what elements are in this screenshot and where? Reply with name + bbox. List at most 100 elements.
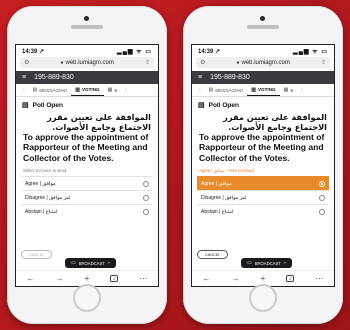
back-icon[interactable]: ←	[27, 274, 35, 283]
chevron-up-icon: ^	[107, 260, 110, 266]
tab-next-arrow[interactable]: ›	[121, 84, 131, 96]
share-icon[interactable]: ⇧	[145, 59, 150, 66]
menu-icon[interactable]: ≡	[22, 74, 26, 81]
radio-icon[interactable]	[143, 194, 149, 201]
option-disagree[interactable]: Disagree | غير موافق	[197, 190, 329, 204]
status-bar: 14:39 ↗ ▂▄▆ ᯤ ▭	[16, 45, 158, 57]
add-icon[interactable]: +	[261, 274, 266, 283]
cancel-button[interactable]: CANCEL	[197, 250, 229, 259]
camera-dot	[84, 16, 89, 21]
site-settings-icon[interactable]: ⚙	[24, 59, 29, 66]
add-icon[interactable]: +	[85, 274, 90, 283]
poll-status-label: Poll Open	[32, 101, 63, 109]
tab-next-arrow[interactable]: ›	[297, 84, 307, 96]
tab-messaging-label: MESSAGING	[215, 87, 244, 93]
poll-actions: CANCEL	[21, 250, 53, 259]
home-button[interactable]	[73, 284, 101, 312]
poll-hint: Select a choice to send	[23, 168, 67, 174]
chevron-right-icon: ›	[125, 87, 128, 93]
option-disagree-label: Disagree | غير موافق	[25, 194, 71, 201]
tab-prev-arrow[interactable]: ‹	[19, 84, 29, 96]
back-icon[interactable]: ←	[203, 274, 211, 283]
poll-actions: CANCEL	[197, 250, 229, 259]
broadcast-label: BROADCAST	[78, 260, 105, 266]
radio-icon[interactable]	[319, 208, 325, 215]
chevron-left-icon: ‹	[23, 87, 25, 93]
status-bar: 14:39 ↗ ▂▄▆ ᯤ ▭	[192, 45, 334, 57]
chevron-left-icon: ‹	[199, 87, 201, 93]
chevron-right-icon: ›	[301, 87, 304, 93]
option-agree[interactable]: Agree | موافق	[21, 176, 153, 190]
phone-screen: 14:39 ↗ ▂▄▆ ᯤ ▭ ⚙ ● web.lumiagm.com ⇧ ≡ 1…	[15, 44, 159, 287]
tab-messaging-label: MESSAGING	[39, 87, 68, 93]
poll-question-english: To approve the appointment of Rapporteur…	[199, 132, 325, 163]
tab-voting[interactable]: ▥ VOTING	[247, 84, 280, 96]
menu-icon[interactable]: ≡	[198, 74, 202, 81]
radio-checked-icon[interactable]	[319, 180, 325, 187]
ballot-icon: ▥	[251, 86, 256, 93]
tab-more[interactable]: ▦ B	[104, 84, 122, 96]
radio-icon[interactable]	[319, 194, 325, 201]
nav-tabs: ‹ ▤ MESSAGING ▥ VOTING ▦ B ›	[16, 84, 158, 97]
option-agree[interactable]: Agree | موافق	[197, 176, 329, 191]
document-icon: ▦	[107, 87, 113, 93]
option-disagree[interactable]: Disagree | غير موافق	[21, 190, 153, 204]
more-icon[interactable]: ⋯	[139, 274, 147, 283]
speaker-grille	[247, 25, 279, 29]
option-agree-label: Agree | موافق	[25, 180, 56, 187]
option-abstain[interactable]: Abstain | امتناع	[197, 204, 329, 218]
phone-right: 14:39 ↗ ▂▄▆ ᯤ ▭ ⚙ ● web.lumiagm.com ⇧ ≡ 1…	[183, 6, 343, 324]
site-settings-icon[interactable]: ⚙	[200, 59, 205, 66]
lock-icon: ●	[60, 59, 64, 66]
tab-more[interactable]: ▦ B	[280, 84, 298, 96]
broadcast-label: BROADCAST	[254, 260, 281, 266]
broadcast-button[interactable]: ▭ BROADCAST ^	[65, 258, 116, 268]
poll-question-arabic: الموافقة على تعيين مقرر الاجتماع وجامع ا…	[223, 112, 327, 132]
chat-icon: ▤	[32, 87, 38, 93]
option-agree-label: Agree | موافق	[201, 180, 232, 187]
tabs-icon[interactable]: 2	[286, 275, 295, 282]
forward-icon[interactable]: →	[232, 274, 240, 283]
share-icon[interactable]: ⇧	[321, 59, 326, 66]
poll-question-arabic: الموافقة على تعيين مقرر الاجتماع وجامع ا…	[47, 112, 151, 132]
tabs-icon[interactable]: 2	[110, 275, 119, 282]
status-signal-icons: ▂▄▆ ᯤ ▭	[117, 49, 152, 55]
option-abstain-label: Abstain | امتناع	[25, 208, 58, 215]
home-button[interactable]	[249, 284, 277, 312]
poll-hint: Agree | موافق - Vote received	[199, 168, 254, 174]
document-icon: ▦	[283, 87, 289, 93]
option-abstain[interactable]: Abstain | امتناع	[21, 204, 153, 218]
poll-status-label: Poll Open	[208, 101, 239, 109]
tab-voting-label: VOTING	[257, 87, 276, 92]
app-header: ≡ 195-889-830	[16, 71, 158, 84]
poll-icon: ▤	[198, 102, 205, 109]
meeting-id: 195-889-830	[34, 74, 74, 81]
poll-status: ▤ Poll Open	[192, 97, 334, 111]
radio-icon[interactable]	[143, 208, 149, 215]
url-bar[interactable]: ⚙ ● web.lumiagm.com ⇧	[196, 57, 330, 68]
tab-voting[interactable]: ▥ VOTING	[71, 84, 104, 96]
radio-icon[interactable]	[143, 180, 149, 187]
poll-question: الموافقة على تعيين مقرر الاجتماع وجامع ا…	[16, 111, 158, 164]
url-bar[interactable]: ⚙ ● web.lumiagm.com ⇧	[20, 57, 154, 68]
poll-status: ▤ Poll Open	[16, 97, 158, 111]
tab-messaging[interactable]: ▤ MESSAGING	[29, 84, 72, 96]
broadcast-button[interactable]: ▭ BROADCAST ^	[241, 258, 292, 268]
tab-prev-arrow[interactable]: ‹	[195, 84, 205, 96]
camera-dot	[260, 16, 265, 21]
ballot-icon: ▥	[75, 86, 80, 93]
status-time: 14:39 ↗	[22, 48, 45, 55]
chevron-up-icon: ^	[283, 260, 286, 266]
chat-icon: ▤	[208, 87, 214, 93]
status-time: 14:39 ↗	[198, 48, 221, 55]
tab-more-label: B	[290, 87, 294, 93]
poll-icon: ▤	[22, 102, 29, 109]
tab-messaging[interactable]: ▤ MESSAGING	[205, 84, 248, 96]
forward-icon[interactable]: →	[56, 274, 64, 283]
nav-tabs: ‹ ▤ MESSAGING ▥ VOTING ▦ B ›	[192, 84, 334, 97]
cancel-button[interactable]: CANCEL	[21, 250, 53, 259]
option-disagree-label: Disagree | غير موافق	[201, 194, 247, 201]
tab-voting-label: VOTING	[81, 87, 100, 92]
poll-question-english: To approve the appointment of Rapporteur…	[23, 132, 149, 163]
more-icon[interactable]: ⋯	[315, 274, 323, 283]
